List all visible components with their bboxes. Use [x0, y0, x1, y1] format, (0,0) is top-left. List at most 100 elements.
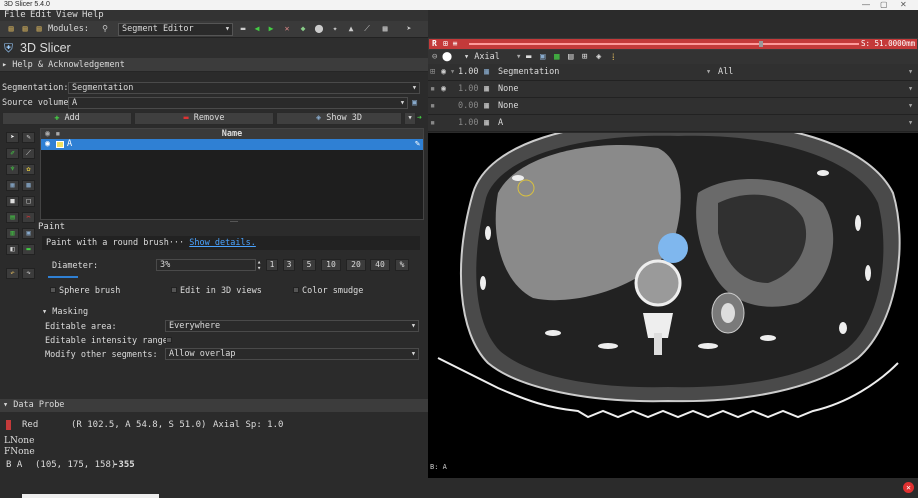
eye-icon[interactable]: ◉: [45, 139, 50, 150]
chevron-down-icon[interactable]: ▾: [908, 64, 913, 81]
bg-layer-name[interactable]: A: [498, 115, 503, 132]
segment-color-swatch[interactable]: [56, 141, 64, 148]
chevron-down-icon[interactable]: ▾: [908, 98, 913, 115]
segment-editor-icon[interactable]: ◆: [298, 24, 308, 34]
crosshair-icon[interactable]: ⟋: [362, 24, 372, 34]
dicom-icon[interactable]: ▤: [20, 24, 30, 34]
add-segment-button[interactable]: ✚ Add: [2, 112, 132, 125]
label-layer-name[interactable]: None: [498, 98, 518, 115]
link-icon[interactable]: ⬤: [442, 52, 452, 62]
editable-area-select[interactable]: Everywhere ▾: [165, 320, 419, 332]
orientation-dropdown-icon[interactable]: ▾: [516, 52, 521, 62]
diameter-input[interactable]: 3%: [156, 259, 256, 271]
no-edit-icon[interactable]: ➤: [6, 132, 19, 143]
redo-icon[interactable]: ↷: [22, 268, 35, 279]
diameter-preset-3[interactable]: 3: [283, 259, 295, 271]
extension-icon[interactable]: ✦: [330, 24, 340, 34]
markup-icon[interactable]: ✕: [282, 24, 292, 34]
visibility-icon[interactable]: ◉ ▪: [45, 129, 60, 139]
slice-view-canvas[interactable]: B: A: [428, 133, 918, 478]
error-log-icon[interactable]: ✕: [903, 482, 914, 493]
diameter-spinner[interactable]: ▴ ▾: [257, 259, 261, 272]
threshold-icon[interactable]: ▩: [22, 180, 35, 191]
fg-layer-name[interactable]: None: [498, 81, 518, 98]
link-icon[interactable]: ⊞: [430, 64, 435, 81]
slice-slider[interactable]: [469, 43, 859, 45]
wrap-solidify-icon[interactable]: ▬: [22, 244, 35, 255]
lightbox-icon[interactable]: ⊞: [582, 52, 587, 62]
bg-opacity[interactable]: 1.00: [458, 115, 478, 132]
reformat-icon[interactable]: ▣: [540, 52, 545, 62]
screenshot-icon[interactable]: ▲: [346, 24, 356, 34]
seg-layer-name[interactable]: Segmentation: [498, 64, 559, 81]
diameter-preset-40[interactable]: 40: [370, 259, 390, 271]
load-data-icon[interactable]: ▤: [6, 24, 16, 34]
back-icon[interactable]: ▬: [238, 24, 248, 34]
diameter-preset-20[interactable]: 20: [346, 259, 366, 271]
edit-3d-checkbox[interactable]: [171, 287, 177, 293]
slice-slider-handle[interactable]: [759, 41, 763, 47]
remove-segment-button[interactable]: ▬ Remove: [134, 112, 274, 125]
show-details-link[interactable]: Show details.: [189, 238, 256, 248]
label-opacity[interactable]: 0.00: [458, 98, 478, 115]
eye-icon[interactable]: ◉: [441, 64, 446, 81]
help-section-header[interactable]: ▸ Help & Acknowledgement: [0, 58, 428, 72]
python-icon[interactable]: ⬤: [314, 24, 324, 34]
diameter-unit-percent[interactable]: %: [395, 259, 409, 271]
menu-help[interactable]: Help: [82, 10, 104, 20]
chevron-down-icon[interactable]: ▾: [706, 64, 711, 81]
diameter-preset-1[interactable]: 1: [266, 259, 278, 271]
diameter-preset-10[interactable]: 10: [321, 259, 341, 271]
maximize-icon[interactable]: ▢: [880, 0, 888, 9]
show-3d-dropdown[interactable]: ▾: [404, 112, 416, 125]
grow-from-seeds-icon[interactable]: ✿: [22, 164, 35, 175]
close-icon[interactable]: ✕: [900, 0, 907, 9]
segment-name[interactable]: A: [67, 139, 72, 150]
ruler-icon[interactable]: ⁞: [612, 52, 615, 63]
seg-opacity[interactable]: 1.00: [458, 64, 478, 81]
seg-show-value[interactable]: All: [718, 64, 733, 81]
modify-segments-select[interactable]: Allow overlap ▾: [165, 348, 419, 360]
splitter-handle[interactable]: [230, 221, 238, 222]
volume-icon[interactable]: ▣: [412, 97, 417, 110]
chevron-down-icon[interactable]: ▾: [908, 115, 913, 132]
module-search-icon[interactable]: ⚲: [100, 24, 110, 34]
edit-icon[interactable]: ✎: [415, 139, 420, 150]
eye-icon[interactable]: ◉: [441, 81, 446, 98]
scissors-icon[interactable]: ✂: [22, 212, 35, 223]
data-probe-header[interactable]: ▾ Data Probe: [0, 399, 428, 412]
visibility-3d-icon[interactable]: ◈: [596, 52, 601, 62]
minimize-icon[interactable]: —: [862, 0, 870, 9]
hollow-icon[interactable]: □: [22, 196, 35, 207]
fg-opacity[interactable]: 1.00: [458, 81, 478, 98]
layers-icon[interactable]: ▦: [554, 52, 559, 62]
menu-view[interactable]: View: [56, 10, 78, 20]
undo-icon[interactable]: ↶: [6, 268, 19, 279]
diameter-preset-5[interactable]: 5: [302, 259, 316, 271]
menu-file[interactable]: File: [4, 10, 26, 20]
draw-icon[interactable]: ✐: [6, 148, 19, 159]
intensity-range-checkbox[interactable]: [166, 337, 172, 343]
opacity-spinner-down[interactable]: ▾: [450, 64, 455, 81]
segments-table[interactable]: ◉ ▪ Name ◉ A ✎: [40, 128, 424, 220]
source-volume-select[interactable]: A ▾: [68, 97, 408, 109]
logical-operators-icon[interactable]: ▣: [22, 228, 35, 239]
masking-section-header[interactable]: ▾ Masking: [42, 307, 88, 317]
level-tracing-icon[interactable]: ♆: [6, 164, 19, 175]
show-3d-button[interactable]: ◈ Show 3D: [276, 112, 402, 125]
chevron-down-icon[interactable]: ▾: [908, 81, 913, 98]
paint-icon[interactable]: ✎: [22, 132, 35, 143]
history-forward-icon[interactable]: ▶: [266, 24, 276, 34]
save-icon[interactable]: ▤: [34, 24, 44, 34]
orientation-select[interactable]: ▾ Axial: [464, 52, 500, 62]
layout-icon[interactable]: ▦: [380, 24, 390, 34]
ct-slice-image[interactable]: [428, 133, 918, 478]
arrow-right-icon[interactable]: ➜: [417, 113, 422, 122]
segmentation-select[interactable]: Segmentation ▾: [68, 82, 420, 94]
smoothing-icon[interactable]: ▤: [6, 212, 19, 223]
sphere-brush-checkbox[interactable]: [50, 287, 56, 293]
color-smudge-checkbox[interactable]: [293, 287, 299, 293]
module-selector[interactable]: Segment Editor ▾: [118, 23, 233, 36]
history-back-icon[interactable]: ◀: [252, 24, 262, 34]
erase-icon[interactable]: ⟋: [22, 148, 35, 159]
